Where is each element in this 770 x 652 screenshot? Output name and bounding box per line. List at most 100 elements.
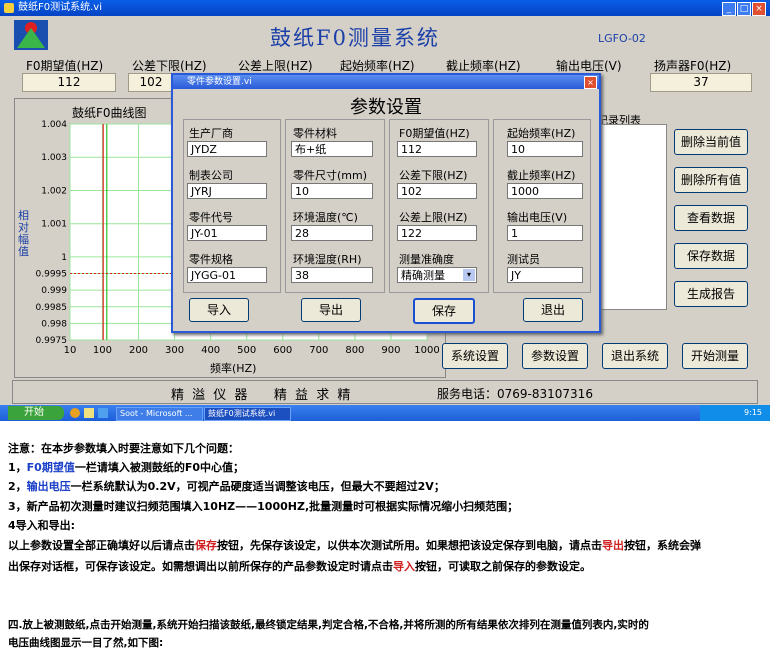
- delete-all-button[interactable]: 删除所有值: [674, 167, 748, 193]
- x-tick-label: 800: [345, 345, 364, 356]
- system-tray: 9:15: [700, 405, 770, 421]
- save-button[interactable]: 保存: [413, 298, 475, 324]
- footer-bar: 精 溢 仪 器 精 益 求 精 服务电话：0769-83107316: [12, 380, 758, 404]
- export-button[interactable]: 导出: [301, 298, 361, 322]
- company-slogan: 精 溢 仪 器 精 益 求 精: [171, 388, 353, 403]
- material-input[interactable]: 布+纸: [291, 141, 373, 157]
- param-settings-button[interactable]: 参数设置: [522, 343, 588, 369]
- note-text: 一栏系统默认为0.2V，可视产品硬度适当调整该电压，但最大不要超过2V；: [70, 480, 445, 493]
- taskbar-item-active[interactable]: 鼓纸F0测试系统.vi: [204, 407, 291, 421]
- field-label: 测量准确度: [399, 253, 454, 266]
- exit-system-button[interactable]: 退出系统: [602, 343, 668, 369]
- generate-report-button[interactable]: 生成报告: [674, 281, 748, 307]
- field-label: 截止频率(HZ): [507, 169, 576, 182]
- section-4-line-1: 四.放上被测鼓纸,点击开始测量,系统开始扫描该鼓纸,最终锁定结果,判定合格,不合…: [8, 619, 649, 631]
- field-label: 环境湿度(RH): [293, 253, 362, 266]
- y-tick-label: 1: [61, 253, 67, 263]
- dialog-heading: 参数设置: [350, 97, 422, 118]
- temperature-input[interactable]: 28: [291, 225, 373, 241]
- notes-intro: 注意：在本步参数填入时要注意如下几个问题：: [8, 442, 239, 455]
- exit-button[interactable]: 退出: [523, 298, 583, 322]
- voltage-input[interactable]: 1: [507, 225, 583, 241]
- manufacturer-input[interactable]: JYDZ: [187, 141, 267, 157]
- x-tick-label: 200: [129, 345, 148, 356]
- save-data-button[interactable]: 保存数据: [674, 243, 748, 269]
- param-settings-dialog: 零件参数设置.vi × 参数设置 生产厂商 JYDZ 零件材料 布+纸 F0期望…: [171, 73, 601, 333]
- start-measure-button[interactable]: 开始测量: [682, 343, 748, 369]
- y-tick-label: 0.9985: [36, 303, 68, 313]
- service-phone: 服务电话：0769-83107316: [437, 387, 593, 401]
- folder-icon[interactable]: [84, 408, 94, 418]
- system-settings-button[interactable]: 系统设置: [442, 343, 508, 369]
- note-text: 一栏请填入被测鼓纸的F0中心值；: [74, 461, 244, 474]
- desktop-icon[interactable]: [98, 408, 108, 418]
- start-label: 开始: [24, 407, 44, 418]
- chevron-down-icon[interactable]: ▾: [463, 269, 475, 281]
- x-tick-label: 600: [273, 345, 292, 356]
- tester-input[interactable]: JY: [507, 267, 583, 283]
- section-4-line-2: 电压曲线图显示一目了然,如下图:: [8, 637, 164, 649]
- y-tick-label: 1.002: [41, 186, 67, 196]
- ie-icon[interactable]: [70, 408, 80, 418]
- note-highlight: 保存: [195, 539, 217, 552]
- note-paragraph-1: 以上参数设置全部正确填好以后请点击保存按钮，先保存该设定，以供本次测试所用。如果…: [8, 537, 701, 555]
- record-list[interactable]: [597, 124, 667, 310]
- y-tick-label: 0.9975: [36, 336, 68, 346]
- y-tick-label: 1.004: [41, 120, 67, 130]
- x-tick-label: 700: [309, 345, 328, 356]
- field-label: 生产厂商: [189, 127, 233, 140]
- dialog-close-button[interactable]: ×: [584, 76, 597, 89]
- stop-freq-input[interactable]: 1000: [507, 183, 583, 199]
- lower-limit-input[interactable]: 102: [397, 183, 477, 199]
- upper-limit-input[interactable]: 122: [397, 225, 477, 241]
- field-label: 公差上限(HZ): [399, 211, 468, 224]
- dialog-title: 零件参数设置.vi: [187, 77, 252, 87]
- field-label: 零件规格: [189, 253, 233, 266]
- note-paragraph-2: 出保存对话框，可保存该设定。如需想调出以前所保存的产品参数设定时请点击导入按钮，…: [8, 558, 591, 576]
- y-tick-label: 0.998: [41, 319, 67, 329]
- accuracy-value: 精确测量: [401, 269, 445, 282]
- spec-input[interactable]: JYGG-01: [187, 267, 267, 283]
- y-tick-label: 0.9995: [36, 270, 68, 280]
- part-code-input[interactable]: JY-01: [187, 225, 267, 241]
- x-tick-label: 400: [201, 345, 220, 356]
- taskbar-item[interactable]: Soot - Microsoft ...: [116, 407, 203, 421]
- note-text: 按钮，可读取之前保存的参数设定。: [415, 560, 591, 573]
- note-highlight: 导入: [393, 560, 415, 573]
- field-label: 起始频率(HZ): [507, 127, 576, 140]
- dialog-title-bar: 零件参数设置.vi ×: [173, 75, 599, 89]
- note-text: 出保存对话框，可保存该设定。如需想调出以前所保存的产品参数设定时请点击: [8, 560, 393, 573]
- y-tick-label: 1.003: [41, 153, 67, 163]
- x-tick-label: 500: [237, 345, 256, 356]
- table-company-input[interactable]: JYRJ: [187, 183, 267, 199]
- y-tick-label: 1.001: [41, 220, 67, 230]
- note-text: 以上参数设置全部正确填好以后请点击: [8, 539, 195, 552]
- humidity-input[interactable]: 38: [291, 267, 373, 283]
- x-tick-label: 1000: [414, 345, 439, 356]
- import-button[interactable]: 导入: [189, 298, 249, 322]
- field-label: 公差下限(HZ): [399, 169, 468, 182]
- x-tick-label: 10: [64, 345, 77, 356]
- field-label: 零件代号: [189, 211, 233, 224]
- app-window: 鼓纸F0测试系统.vi _ □ × 鼓纸F0测量系统 LGFO-02 F0期望值…: [0, 0, 770, 421]
- field-label: 测试员: [507, 253, 540, 266]
- note-text: 按钮，先保存该设定，以供本次测试所用。如果想把该设定保存到电脑，请点击: [217, 539, 602, 552]
- x-tick-label: 900: [381, 345, 400, 356]
- note-2: 2，输出电压一栏系统默认为0.2V，可视产品硬度适当调整该电压，但最大不要超过2…: [8, 478, 445, 496]
- f0-expected-input[interactable]: 112: [397, 141, 477, 157]
- size-input[interactable]: 10: [291, 183, 373, 199]
- x-tick-label: 300: [165, 345, 184, 356]
- field-label: 环境温度(℃): [293, 211, 358, 224]
- start-button[interactable]: 开始: [8, 406, 64, 420]
- note-text: 按钮，系统会弹: [624, 539, 701, 552]
- clock: 9:15: [744, 408, 762, 417]
- start-freq-input[interactable]: 10: [507, 141, 583, 157]
- accuracy-select[interactable]: 精确测量 ▾: [397, 267, 477, 283]
- field-label: 零件材料: [293, 127, 337, 140]
- view-data-button[interactable]: 查看数据: [674, 205, 748, 231]
- x-tick-label: 100: [93, 345, 112, 356]
- field-label: 输出电压(V): [507, 211, 568, 224]
- note-highlight: 输出电压: [26, 480, 71, 493]
- delete-current-button[interactable]: 删除当前值: [674, 129, 748, 155]
- note-4: 4导入和导出:: [8, 519, 76, 532]
